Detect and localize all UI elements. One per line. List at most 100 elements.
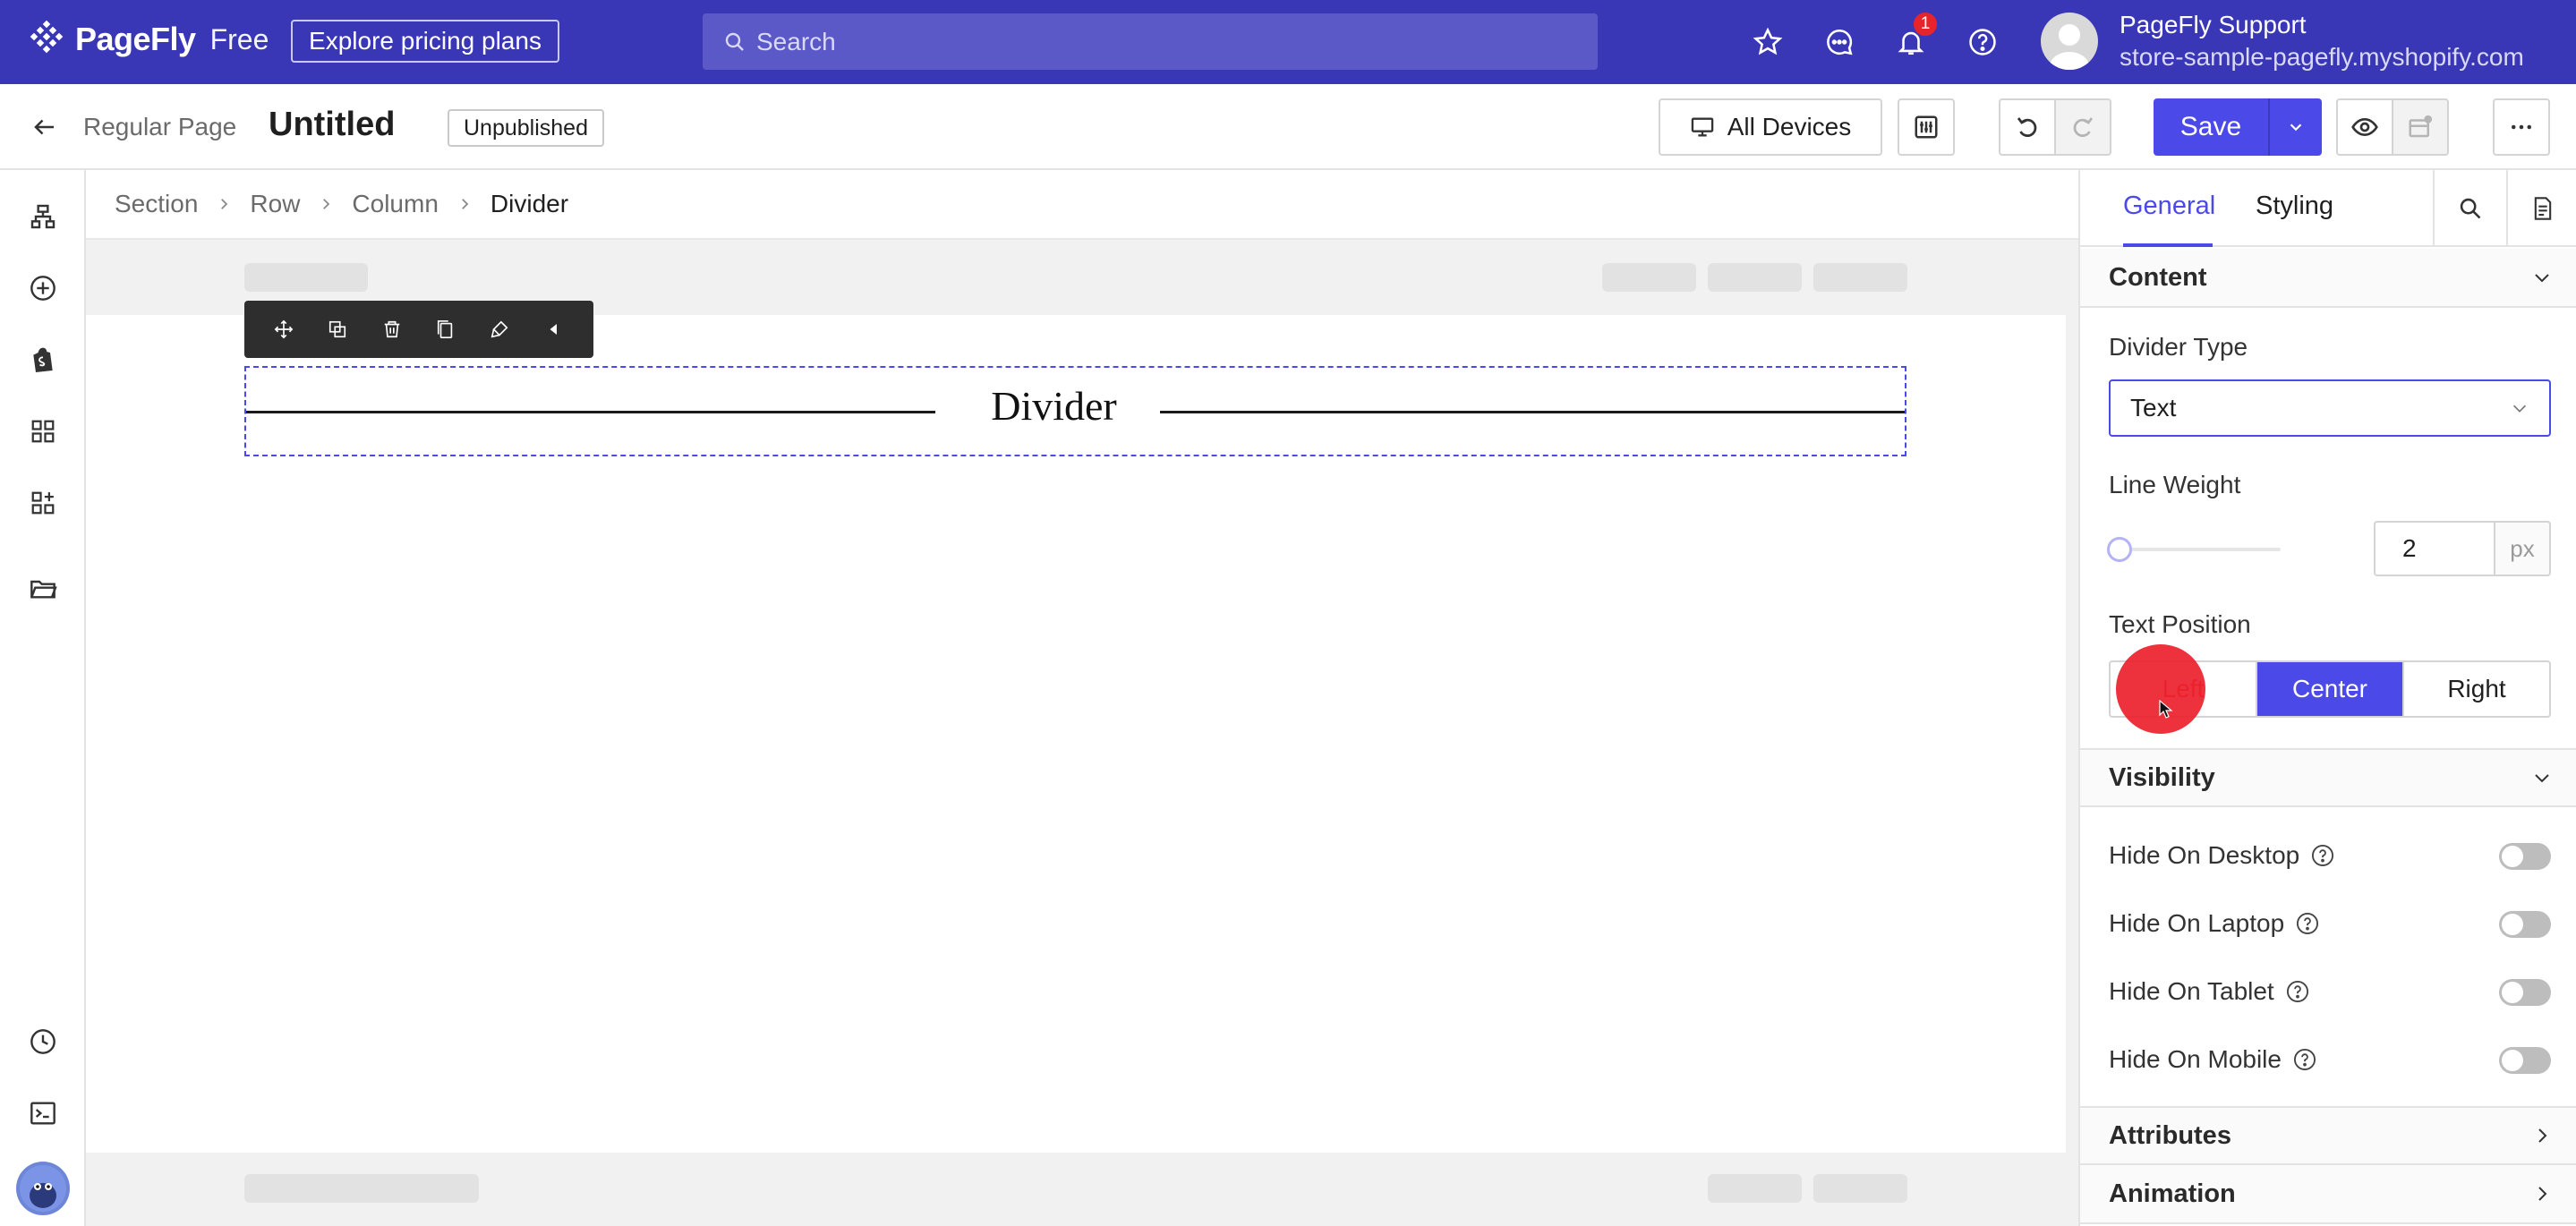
move-icon[interactable]: [269, 314, 299, 345]
search-placeholder: Search: [756, 27, 836, 55]
page-type: Regular Page: [83, 113, 237, 140]
tab-general[interactable]: General: [2123, 192, 2215, 221]
all-devices-button[interactable]: All Devices: [1659, 98, 1882, 156]
paint-icon[interactable]: [484, 314, 515, 345]
chevron-right-icon: [318, 196, 334, 212]
hide-on-tablet-toggle[interactable]: [2499, 979, 2551, 1006]
help-icon[interactable]: [2292, 1047, 2317, 1072]
breadcrumb-section[interactable]: Section: [115, 190, 198, 218]
line-weight-slider-thumb[interactable]: [2107, 537, 2132, 562]
hide-on-laptop-toggle[interactable]: [2499, 911, 2551, 938]
back-button[interactable]: [25, 107, 64, 147]
terminal-icon[interactable]: [23, 1094, 63, 1133]
page-header: Regular Page Untitled Unpublished All De…: [0, 84, 2576, 170]
breadcrumb-column[interactable]: Column: [352, 190, 438, 218]
hide-on-desktop-toggle[interactable]: [2499, 843, 2551, 870]
avatar-icon[interactable]: [14, 1160, 72, 1217]
user-avatar[interactable]: [2041, 13, 2098, 70]
element-toolbar: [244, 301, 593, 358]
hide-on-tablet-row: Hide On Tablet: [2109, 974, 2551, 1009]
help-icon[interactable]: [2295, 911, 2320, 936]
divider-text[interactable]: Divider: [953, 382, 1155, 430]
hide-on-mobile-toggle[interactable]: [2499, 1047, 2551, 1074]
visibility-section-title: Visibility: [2109, 762, 2215, 792]
text-position-label: Text Position: [2109, 610, 2251, 638]
divider-type-select[interactable]: Text: [2109, 379, 2551, 437]
hide-on-mobile-label: Hide On Mobile: [2109, 1045, 2282, 1073]
divider-line-left: [246, 411, 935, 413]
line-weight-unit: px: [2494, 521, 2551, 576]
pagefly-logo[interactable]: PageFly Free: [27, 20, 269, 59]
add-grid-icon[interactable]: [23, 483, 63, 523]
history-icon[interactable]: [23, 1022, 63, 1061]
panel-search-button[interactable]: [2433, 170, 2506, 247]
breadcrumb-divider[interactable]: Divider: [490, 190, 568, 218]
header-skeleton: [244, 263, 368, 292]
chevron-right-icon: [2531, 1183, 2553, 1205]
preview-button[interactable]: [2336, 98, 2393, 156]
redo-button[interactable]: [2054, 98, 2111, 156]
collapse-icon[interactable]: [539, 314, 569, 345]
chevron-right-icon: [216, 196, 232, 212]
chevron-down-icon: [2531, 767, 2553, 788]
footer-skeleton: [1813, 1174, 1907, 1203]
add-element-icon[interactable]: [23, 268, 63, 308]
footer-skeleton: [244, 1174, 479, 1203]
help-icon[interactable]: [2310, 843, 2335, 868]
more-options-button[interactable]: [2493, 98, 2550, 156]
click-indicator: [2116, 644, 2205, 734]
line-weight-input[interactable]: 2: [2374, 521, 2494, 576]
shopify-icon[interactable]: [23, 340, 63, 379]
redo-icon: [2069, 114, 2096, 140]
copy-icon[interactable]: [431, 314, 461, 345]
attributes-section-header[interactable]: Attributes: [2080, 1106, 2576, 1165]
eye-icon: [2350, 113, 2379, 141]
tab-styling[interactable]: Styling: [2256, 192, 2333, 221]
chevron-down-icon: [2531, 267, 2553, 288]
chevron-down-icon: [2510, 398, 2529, 418]
undo-button[interactable]: [1999, 98, 2056, 156]
brand-name: PageFly: [75, 21, 196, 57]
publish-button[interactable]: [2392, 98, 2449, 156]
folder-icon[interactable]: [23, 569, 63, 609]
hide-on-laptop-label: Hide On Laptop: [2109, 909, 2285, 937]
search-input[interactable]: Search: [703, 13, 1598, 70]
user-name[interactable]: PageFly Support: [2120, 11, 2307, 39]
page-title[interactable]: Untitled: [269, 106, 395, 144]
chevron-right-icon: [2531, 1125, 2553, 1146]
grid-icon[interactable]: [23, 412, 63, 451]
divider-element[interactable]: Divider: [244, 366, 1906, 456]
content-section-header[interactable]: Content: [2080, 249, 2576, 308]
delete-icon[interactable]: [377, 314, 407, 345]
help-icon[interactable]: [1963, 22, 2002, 62]
footer-skeleton: [1708, 1174, 1802, 1203]
text-position-center[interactable]: Center: [2257, 662, 2404, 716]
store-url[interactable]: store-sample-pagefly.myshopify.com: [2120, 43, 2524, 72]
chevron-right-icon: [456, 196, 473, 212]
nav-skeleton: [1602, 263, 1696, 292]
visibility-section-header[interactable]: Visibility: [2080, 748, 2576, 807]
monitor-icon: [1690, 115, 1715, 140]
panel-document-button[interactable]: [2506, 170, 2576, 247]
layers-icon[interactable]: [23, 197, 63, 236]
help-icon[interactable]: [2285, 979, 2310, 1004]
top-bar: PageFly Free Explore pricing plans Searc…: [0, 0, 2576, 84]
explore-pricing-button[interactable]: Explore pricing plans: [291, 20, 559, 63]
content-section-title: Content: [2109, 262, 2207, 292]
document-icon: [2530, 196, 2555, 221]
animation-section-header[interactable]: Animation: [2080, 1165, 2576, 1224]
save-button[interactable]: Save: [2154, 98, 2268, 156]
chat-icon[interactable]: [1820, 22, 1859, 62]
hide-on-desktop-row: Hide On Desktop: [2109, 838, 2551, 873]
animation-section-title: Animation: [2109, 1179, 2236, 1208]
line-weight-slider[interactable]: [2120, 548, 2281, 551]
save-options-dropdown[interactable]: [2268, 98, 2322, 156]
settings-sliders-button[interactable]: [1898, 98, 1955, 156]
text-position-right[interactable]: Right: [2404, 662, 2549, 716]
nav-skeleton: [1708, 263, 1802, 292]
star-icon[interactable]: [1748, 22, 1787, 62]
duplicate-icon[interactable]: [322, 314, 353, 345]
breadcrumb-row[interactable]: Row: [250, 190, 300, 218]
publish-icon: [2407, 114, 2434, 140]
inspector-panel: General Styling Content Divider Type Tex…: [2078, 170, 2576, 1226]
